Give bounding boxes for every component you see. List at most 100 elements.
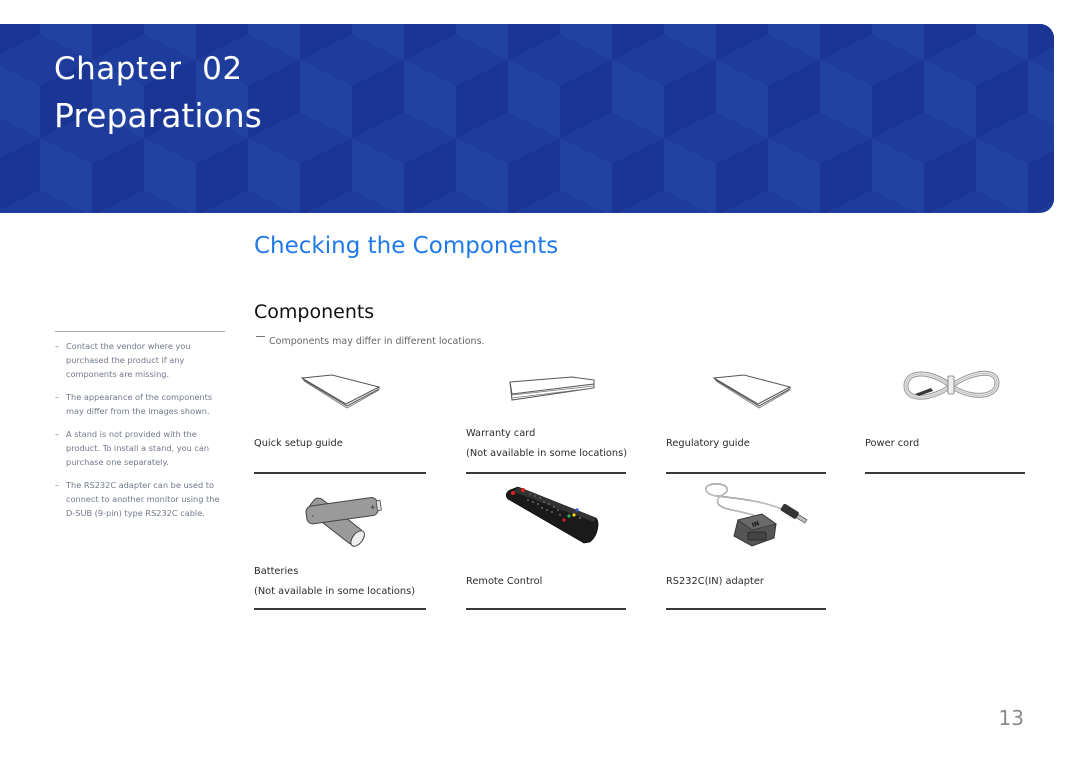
- component-divider: [254, 608, 426, 610]
- cube-face-light: [664, 138, 716, 213]
- cube-face-dark: [1028, 24, 1054, 60]
- sidebar-note-text: Contact the vendor where you purchased t…: [66, 341, 191, 379]
- power-cord-icon: [865, 362, 1037, 432]
- cube-face-light: [560, 138, 612, 213]
- cube-face-dark: [716, 24, 768, 60]
- cube-face-dark: [976, 60, 1028, 138]
- cube-face-dark: [92, 138, 144, 213]
- card-icon: [466, 362, 638, 432]
- cube-face-dark: [0, 24, 40, 54]
- sidebar-note: – Contact the vendor where you purchased …: [55, 339, 227, 381]
- cube-face-light: [248, 138, 300, 213]
- chapter-title: Preparations: [54, 96, 262, 135]
- cube-face-dark: [820, 138, 872, 213]
- components-note: Components may differ in different locat…: [256, 336, 485, 347]
- component-divider: [666, 608, 826, 610]
- dash-icon: –: [55, 392, 60, 402]
- dash-icon: –: [55, 341, 60, 351]
- cube-face-light: [872, 138, 924, 213]
- cube-face-light: [0, 66, 40, 138]
- chapter-banner: Chapter 02 Preparations: [0, 24, 1054, 213]
- cube-face-light: [40, 138, 92, 213]
- cube-face-light: [664, 24, 716, 60]
- component-divider: [666, 472, 826, 474]
- cube-face-light: [924, 60, 976, 138]
- cube-face-light: [716, 60, 768, 138]
- sidebar-note-text: The RS232C adapter can be used to connec…: [66, 480, 220, 518]
- cube-face-dark: [924, 138, 976, 213]
- cube-face-dark: [1028, 151, 1054, 213]
- cube-face-dark: [924, 24, 976, 60]
- cube-face-dark: [768, 60, 820, 138]
- batteries-icon: + -: [254, 480, 426, 550]
- cube-face-light: [768, 24, 820, 60]
- cube-face-dark: [664, 60, 716, 138]
- cube-face-dark: [820, 24, 872, 60]
- sidebar-note: – A stand is not provided with the produc…: [55, 427, 227, 469]
- dash-icon: –: [55, 429, 60, 439]
- cube-face-dark: [508, 24, 560, 60]
- component-name: Regulatory guide: [666, 438, 750, 449]
- cube-face-dark: [612, 24, 664, 60]
- component-name: Power cord: [865, 438, 920, 449]
- booklet-icon: [666, 362, 838, 432]
- sidebar-divider: [55, 331, 225, 332]
- component-divider: [466, 472, 626, 474]
- cube-face-dark: [404, 138, 456, 213]
- cube-face-light: [820, 60, 872, 138]
- cube-face-light: [508, 60, 560, 138]
- subsection-title: Components: [254, 301, 375, 323]
- cube-face-light: [456, 24, 508, 60]
- rs232c-adapter-icon: IN: [666, 480, 838, 550]
- booklet-icon: [254, 362, 426, 432]
- chapter-label: Chapter 02: [54, 51, 243, 87]
- cube-face-dark: [0, 138, 40, 210]
- cube-face-dark: [508, 138, 560, 213]
- cube-face-light: [1028, 60, 1054, 125]
- cube-face-light: [300, 60, 352, 138]
- cube-face-dark: [612, 138, 664, 213]
- dash-icon: –: [55, 480, 60, 490]
- cube-face-light: [560, 24, 612, 60]
- components-note-text: Components may differ in different locat…: [269, 336, 485, 347]
- section-title: Checking the Components: [254, 233, 559, 259]
- svg-text:+: +: [369, 503, 376, 512]
- sidebar-notes: – Contact the vendor where you purchased …: [55, 339, 227, 529]
- remote-control-icon: [466, 480, 638, 550]
- component-availability-note: (Not available in some locations): [466, 448, 628, 459]
- cube-face-light: [404, 60, 456, 138]
- cube-face-light: [976, 138, 1028, 213]
- cube-face-dark: [872, 60, 924, 138]
- cube-face-light: [352, 24, 404, 60]
- cube-face-light: [872, 24, 924, 60]
- cube-face-light: [352, 138, 404, 213]
- component-name: Warranty card: [466, 428, 536, 439]
- sidebar-note: – The appearance of the components may di…: [55, 390, 227, 418]
- component-name: RS232C(IN) adapter: [666, 576, 764, 587]
- sidebar-note-text: A stand is not provided with the product…: [66, 429, 210, 467]
- cube-face-light: [612, 60, 664, 138]
- cube-face-dark: [404, 24, 456, 60]
- component-name: Remote Control: [466, 576, 543, 587]
- component-divider: [865, 472, 1025, 474]
- cube-face-dark: [352, 60, 404, 138]
- cube-face-dark: [716, 138, 768, 213]
- cube-face-dark: [456, 60, 508, 138]
- cube-face-dark: [196, 138, 248, 213]
- cube-face-light: [144, 138, 196, 213]
- component-divider: [466, 608, 626, 610]
- component-name: Quick setup guide: [254, 438, 343, 449]
- page-number: 13: [998, 706, 1024, 730]
- cube-face-light: [248, 24, 300, 60]
- sidebar-note: – The RS232C adapter can be used to conne…: [55, 478, 227, 520]
- component-divider: [254, 472, 426, 474]
- component-availability-note: (Not available in some locations): [254, 586, 416, 597]
- cube-face-dark: [560, 60, 612, 138]
- note-dash-icon: [256, 336, 265, 337]
- cube-face-dark: [300, 138, 352, 213]
- cube-face-dark: [300, 24, 352, 60]
- cube-face-light: [456, 138, 508, 213]
- sidebar-note-text: The appearance of the components may dif…: [66, 392, 213, 416]
- cube-face-light: [768, 138, 820, 213]
- cube-face-light: [976, 24, 1028, 60]
